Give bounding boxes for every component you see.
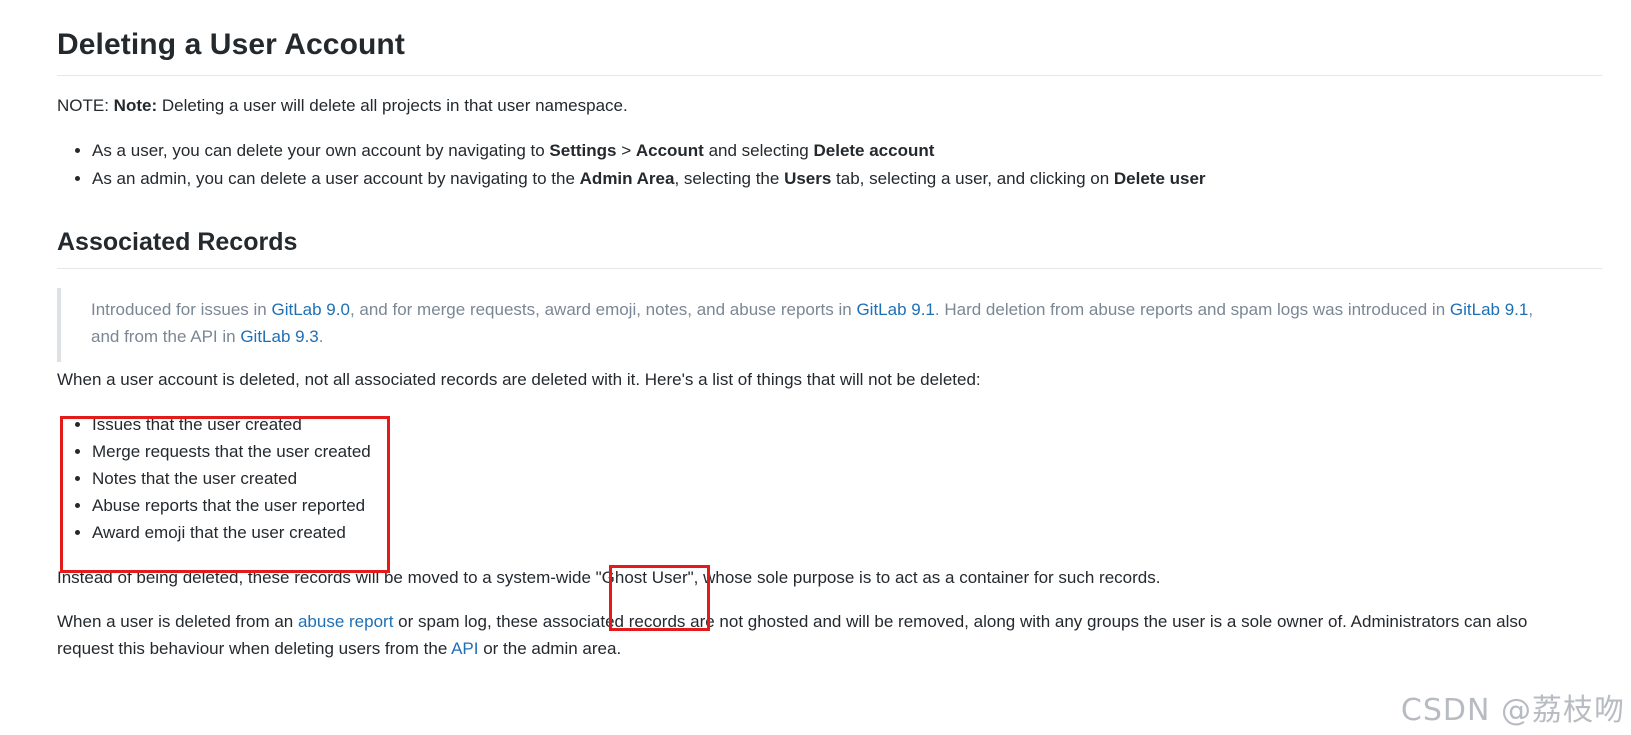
abuse-report-paragraph: When a user is deleted from an abuse rep… (57, 612, 1528, 658)
watermark: CSDN @荔枝吻 (1400, 693, 1625, 728)
admin-area-label: Admin Area (579, 169, 675, 188)
settings-label: Settings (549, 141, 617, 160)
records-intro-paragraph: When a user account is deleted, not all … (57, 370, 981, 389)
heading-divider (57, 75, 1602, 76)
note-bold: Note: (113, 96, 158, 115)
gitlab-9-3-link[interactable]: GitLab 9.3 (240, 327, 318, 346)
delete-instructions-list: As a user, you can delete your own accou… (57, 137, 1206, 193)
section-title-associated-records: Associated Records (57, 228, 298, 256)
gitlab-9-1-link[interactable]: GitLab 9.1 (1450, 300, 1528, 319)
list-item: As a user, you can delete your own accou… (92, 137, 1206, 165)
users-label: Users (784, 169, 832, 188)
note-prefix: NOTE: (57, 96, 114, 115)
delete-account-label: Delete account (813, 141, 935, 160)
list-item: As an admin, you can delete a user accou… (92, 165, 1206, 193)
section-divider (57, 268, 1602, 269)
highlight-box-ghost-user (609, 565, 710, 631)
abuse-report-link[interactable]: abuse report (298, 612, 393, 631)
page-title: Deleting a User Account (57, 28, 405, 61)
gitlab-9-1-link[interactable]: GitLab 9.1 (856, 300, 934, 319)
delete-user-label: Delete user (1113, 169, 1206, 188)
api-link[interactable]: API (451, 639, 478, 658)
gitlab-9-0-link[interactable]: GitLab 9.0 (271, 300, 349, 319)
version-blockquote: Introduced for issues in GitLab 9.0, and… (57, 288, 1602, 362)
account-label: Account (635, 141, 704, 160)
highlight-box-records-list (60, 416, 390, 573)
note-paragraph: NOTE: Note: Deleting a user will delete … (57, 92, 628, 119)
note-text: Deleting a user will delete all projects… (157, 96, 628, 115)
